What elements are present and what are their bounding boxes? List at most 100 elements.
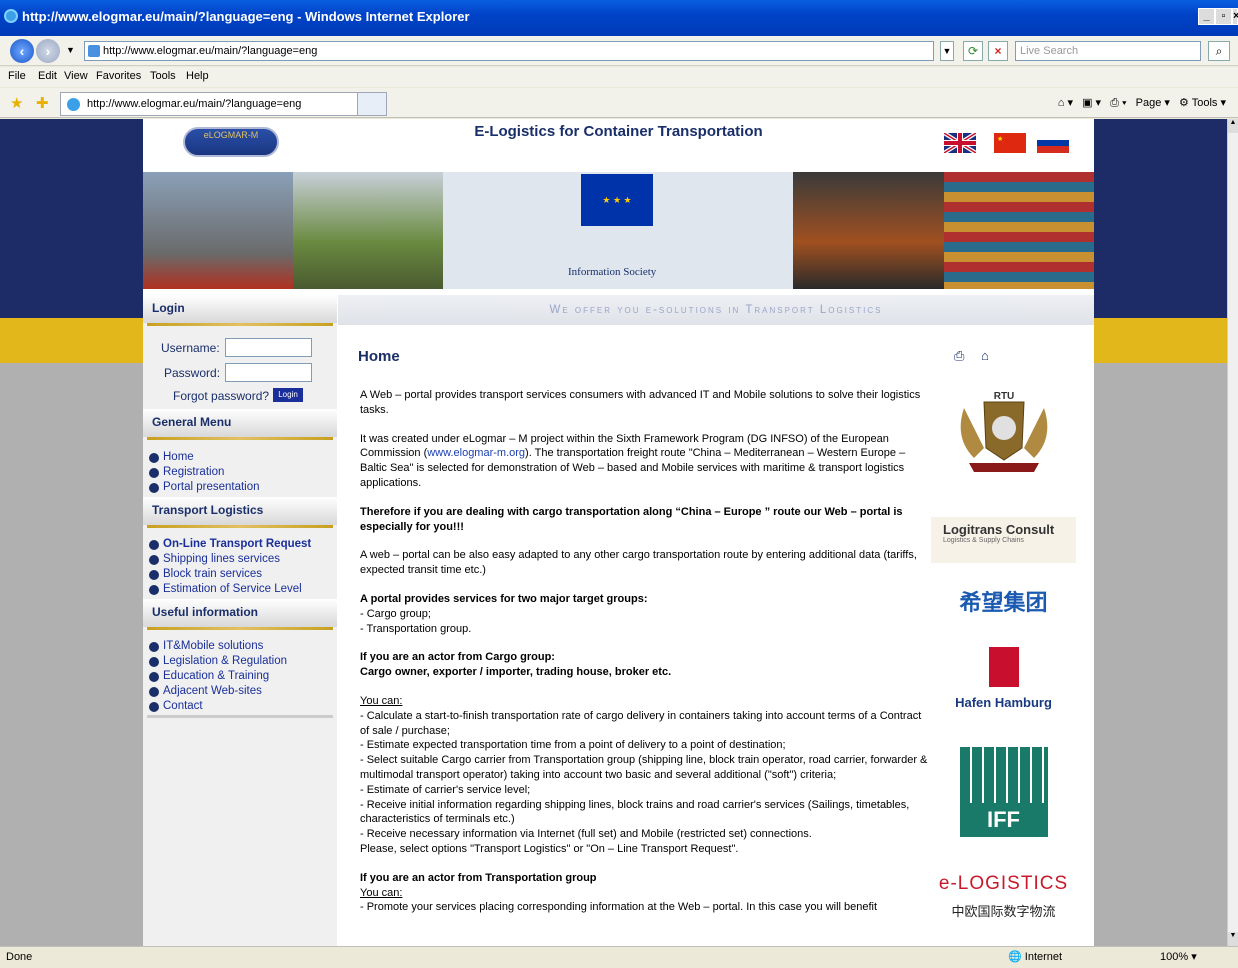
menu-item-legislation[interactable]: Legislation & Regulation xyxy=(149,654,287,669)
stop-icon[interactable]: × xyxy=(988,41,1008,61)
scroll-down-icon[interactable]: ▼ xyxy=(1228,932,1238,946)
cargo-group-heading: If you are an actor from Cargo group: Car… xyxy=(360,651,672,679)
elogmar-link[interactable]: www.elogmar-m.org xyxy=(427,447,525,459)
article-body: A Web – portal provides transport servic… xyxy=(360,388,930,915)
divider xyxy=(147,525,333,528)
menu-item-shipping-lines[interactable]: Shipping lines services xyxy=(149,552,311,567)
forward-button[interactable]: › xyxy=(36,39,60,63)
username-label: Username: xyxy=(161,341,220,355)
divider xyxy=(147,323,333,326)
menu-favorites[interactable]: Favorites xyxy=(96,70,141,82)
paragraph: A Web – portal provides transport servic… xyxy=(360,389,921,416)
menu-item-service-level[interactable]: Estimation of Service Level xyxy=(149,582,311,597)
paragraph-bold: Therefore if you are dealing with cargo … xyxy=(360,505,903,533)
xiwang-logo[interactable]: 希望集团 xyxy=(931,585,1076,617)
menu-item-registration[interactable]: Registration xyxy=(149,465,260,480)
forgot-password-link[interactable]: Forgot password? xyxy=(173,389,269,403)
menu-help[interactable]: Help xyxy=(186,70,209,82)
target-groups: A portal provides services for two major… xyxy=(360,592,648,635)
rtu-logo[interactable]: RTU xyxy=(931,388,1076,478)
status-bar: Done 🌐 Internet 100% ▾ xyxy=(0,946,1238,968)
menu-item-block-train[interactable]: Block train services xyxy=(149,567,311,582)
address-dropdown-icon[interactable]: ▼ xyxy=(940,41,954,61)
address-field[interactable]: http://www.elogmar.eu/main/?language=eng xyxy=(84,41,934,61)
login-heading: Login xyxy=(143,295,337,323)
divider xyxy=(147,715,333,718)
iff-logo[interactable]: IFF xyxy=(931,747,1076,837)
status-text: Done xyxy=(6,951,33,963)
menu-item-online-transport-request[interactable]: On-Line Transport Request xyxy=(149,537,311,552)
page-menu[interactable]: Page ▾ xyxy=(1136,97,1170,109)
web-viewport: eLOGMAR-M E-Logistics for Container Tran… xyxy=(0,119,1227,946)
e-logistics-logo[interactable]: e-LOGISTICS 中欧国际数字物流 xyxy=(931,873,1076,920)
rtu-crest-icon: RTU xyxy=(960,391,1047,472)
window-title: http://www.elogmar.eu/main/?language=eng… xyxy=(22,9,470,24)
scroll-up-icon[interactable]: ▲ xyxy=(1228,119,1238,133)
banner-truck-image xyxy=(793,172,944,289)
hamburg-castle-icon xyxy=(988,647,1019,687)
tab-current[interactable]: http://www.elogmar.eu/main/?language=eng xyxy=(60,92,360,116)
slogan-bar: We offer you e-solutions in Transport Lo… xyxy=(338,295,1094,325)
menu-tools[interactable]: Tools xyxy=(150,70,176,82)
window-titlebar: http://www.elogmar.eu/main/?language=eng… xyxy=(0,0,1238,36)
search-placeholder: Live Search xyxy=(1020,45,1079,57)
banner-eu-image: ★ ★ ★ Information Society xyxy=(443,172,793,289)
menu-view[interactable]: View xyxy=(64,70,88,82)
home-icon[interactable]: ⌂ ▾ xyxy=(1058,97,1073,109)
live-search-input[interactable]: Live Search xyxy=(1015,41,1201,61)
banner-train-image xyxy=(293,172,443,289)
uk-flag-icon[interactable] xyxy=(944,133,976,153)
logitrans-logo[interactable]: Logitrans Consult Logistics & Supply Cha… xyxy=(931,517,1076,563)
password-label: Password: xyxy=(164,366,221,380)
print-icon[interactable]: ⎙ ▾ xyxy=(1110,97,1126,109)
password-input[interactable] xyxy=(225,363,312,382)
menu-item-adjacent-sites[interactable]: Adjacent Web-sites xyxy=(149,684,287,699)
back-button[interactable]: ‹ xyxy=(10,39,34,63)
china-flag-icon[interactable]: ★ xyxy=(994,133,1026,153)
search-icon[interactable]: ⌕ xyxy=(1208,41,1230,61)
vertical-scrollbar[interactable]: ▲ ▼ xyxy=(1227,119,1238,946)
zoom-level[interactable]: 100% ▾ xyxy=(1160,950,1197,963)
useful-info-heading: Useful information xyxy=(143,599,337,627)
russia-flag-icon[interactable] xyxy=(1037,133,1069,153)
address-toolbar: ‹ › ▼ http://www.elogmar.eu/main/?langua… xyxy=(0,36,1238,66)
site-header: eLOGMAR-M E-Logistics for Container Tran… xyxy=(143,119,1094,172)
menu-item-contact[interactable]: Contact xyxy=(149,699,287,714)
username-input[interactable] xyxy=(225,338,312,357)
print-page-icon[interactable]: ⎙ xyxy=(954,348,964,364)
tab-label: http://www.elogmar.eu/main/?language=eng xyxy=(87,98,302,110)
menu-file[interactable]: File xyxy=(8,70,26,82)
command-bar: ⌂ ▾ ▣ ▾ ⎙ ▾ Page ▾ ⚙ Tools ▾ xyxy=(1058,96,1226,110)
menu-item-education[interactable]: Education & Training xyxy=(149,669,287,684)
paragraph: It was created under eLogmar – M project… xyxy=(360,432,906,489)
favorites-star-icon[interactable]: ★ xyxy=(10,94,23,112)
feeds-icon[interactable]: ▣ ▾ xyxy=(1082,97,1101,109)
eu-flag-icon: ★ ★ ★ xyxy=(581,174,653,226)
tab-bar: ★ ✚ http://www.elogmar.eu/main/?language… xyxy=(0,88,1238,118)
banner-containers-image xyxy=(944,172,1094,289)
menu-item-it-mobile[interactable]: IT&Mobile solutions xyxy=(149,639,287,654)
menu-edit[interactable]: Edit xyxy=(38,70,57,82)
history-dropdown-icon[interactable]: ▼ xyxy=(66,45,75,55)
ie-logo-icon xyxy=(4,9,18,23)
home-page-icon[interactable]: ⌂ xyxy=(981,348,989,363)
general-menu-heading: General Menu xyxy=(143,409,337,437)
internet-zone: 🌐 Internet xyxy=(1008,951,1063,963)
menu-item-home[interactable]: Home xyxy=(149,450,260,465)
page-title: Home xyxy=(358,348,400,365)
paragraph: A web – portal can be also easy adapted … xyxy=(360,549,917,577)
menu-bar: File Edit View Favorites Tools Help xyxy=(0,67,1238,87)
close-button[interactable]: × xyxy=(1232,8,1238,25)
iff-grid-icon: IFF xyxy=(959,747,1048,837)
add-favorite-icon[interactable]: ✚ xyxy=(36,94,49,112)
tools-menu[interactable]: ⚙ Tools ▾ xyxy=(1179,97,1226,109)
divider xyxy=(147,437,333,440)
login-button[interactable]: Login xyxy=(273,388,303,402)
minimize-button[interactable]: _ xyxy=(1198,8,1215,25)
menu-item-portal-presentation[interactable]: Portal presentation xyxy=(149,480,260,495)
hafen-hamburg-logo[interactable]: Hafen Hamburg xyxy=(931,647,1076,710)
maximize-button[interactable]: ▫ xyxy=(1215,8,1232,25)
refresh-icon[interactable]: ⟳ xyxy=(963,41,983,61)
new-tab-button[interactable] xyxy=(357,92,387,116)
page-icon xyxy=(88,45,100,57)
